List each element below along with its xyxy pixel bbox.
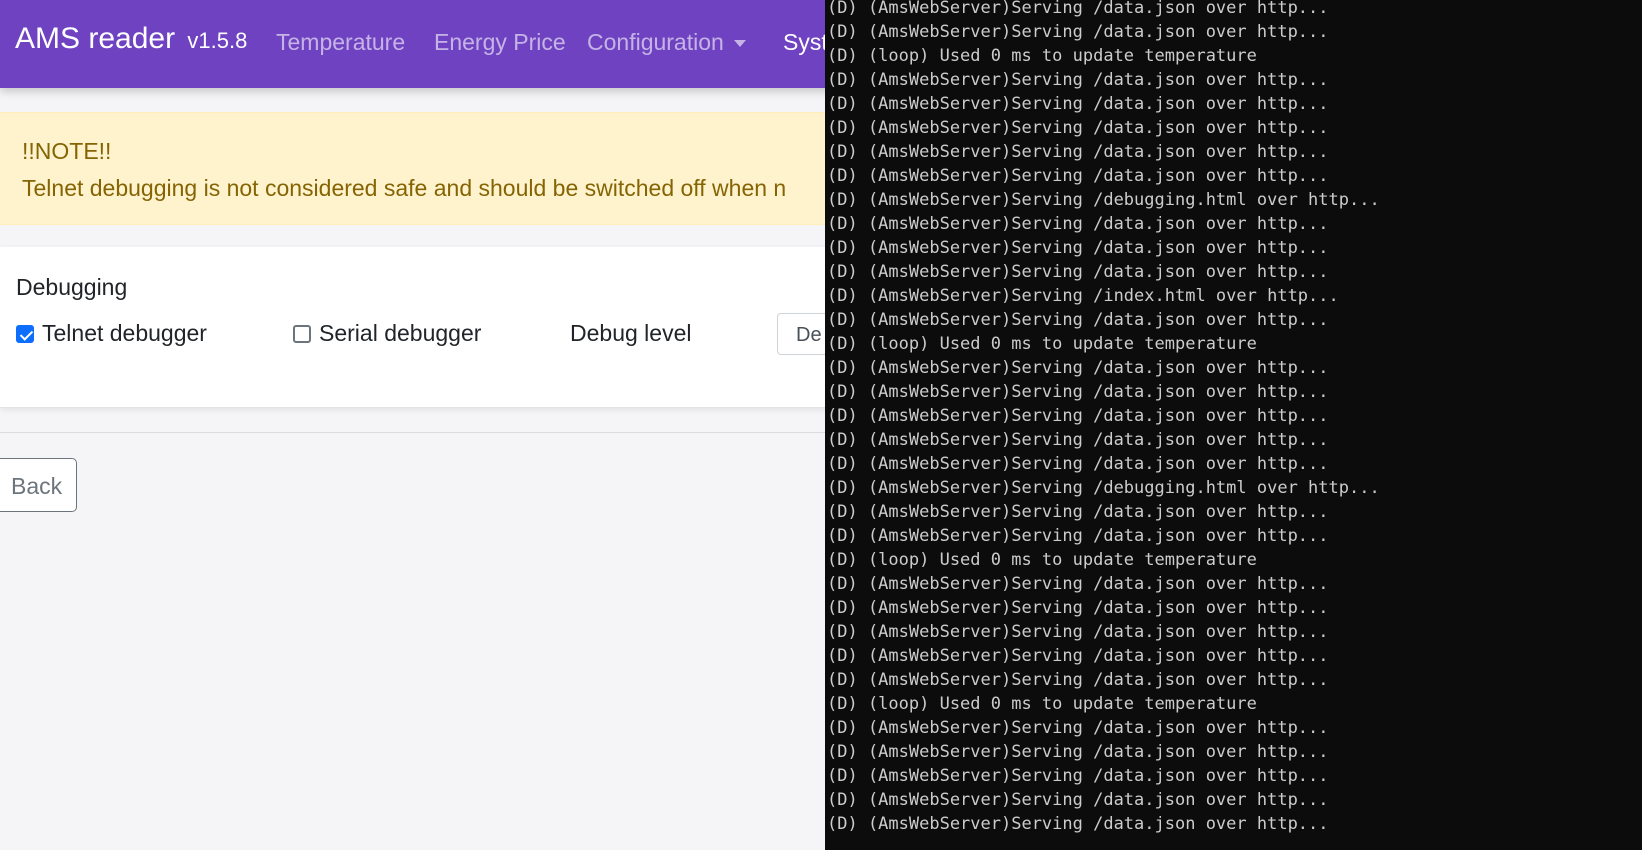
terminal-line: (D) (AmsWebServer)Serving /debugging.htm… xyxy=(827,190,1380,210)
telnet-debugger-checkbox[interactable] xyxy=(16,324,34,343)
terminal-line: (D) (AmsWebServer)Serving /debugging.htm… xyxy=(827,478,1380,498)
nav-dropdown-configuration[interactable]: Configuration xyxy=(587,29,746,56)
alert-message: Telnet debugging is not considered safe … xyxy=(22,175,787,201)
terminal-line: (D) (AmsWebServer)Serving /data.json ove… xyxy=(827,358,1329,378)
chevron-down-icon xyxy=(733,40,746,48)
terminal-line: (D) (AmsWebServer)Serving /data.json ove… xyxy=(827,238,1329,258)
terminal-line: (D) (AmsWebServer)Serving /data.json ove… xyxy=(827,598,1329,618)
nav-link-energy-price[interactable]: Energy Price xyxy=(434,29,566,56)
nav-link-configuration-label: Configuration xyxy=(587,29,724,55)
terminal-line: (D) (AmsWebServer)Serving /data.json ove… xyxy=(827,118,1329,138)
terminal-line: (D) (AmsWebServer)Serving /data.json ove… xyxy=(827,814,1329,834)
terminal-line: (D) (AmsWebServer)Serving /data.json ove… xyxy=(827,262,1329,282)
card-title: Debugging xyxy=(16,274,128,300)
terminal-line: (D) (loop) Used 0 ms to update temperatu… xyxy=(827,46,1257,66)
terminal-line: (D) (AmsWebServer)Serving /data.json ove… xyxy=(827,574,1329,594)
brand[interactable]: AMS reader v1.5.8 xyxy=(15,22,247,56)
terminal-line: (D) (AmsWebServer)Serving /data.json ove… xyxy=(827,766,1329,786)
terminal-line: (D) (AmsWebServer)Serving /data.json ove… xyxy=(827,718,1329,738)
serial-debugger-option[interactable]: Serial debugger xyxy=(293,320,481,347)
back-button[interactable]: Back xyxy=(0,458,77,512)
terminal-line: (D) (AmsWebServer)Serving /data.json ove… xyxy=(827,142,1329,162)
terminal-line: (D) (loop) Used 0 ms to update temperatu… xyxy=(827,550,1257,570)
nav-link-system[interactable]: Syst xyxy=(783,29,828,56)
serial-debugger-checkbox[interactable] xyxy=(293,324,311,343)
terminal-line: (D) (AmsWebServer)Serving /data.json ove… xyxy=(827,646,1329,666)
terminal-line: (D) (AmsWebServer)Serving /data.json ove… xyxy=(827,22,1329,42)
terminal-line: (D) (AmsWebServer)Serving /data.json ove… xyxy=(827,214,1329,234)
brand-name: AMS reader xyxy=(15,22,176,55)
terminal-line: (D) (AmsWebServer)Serving /data.json ove… xyxy=(827,406,1329,426)
telnet-debugger-option[interactable]: Telnet debugger xyxy=(16,320,207,347)
terminal-line: (D) (AmsWebServer)Serving /data.json ove… xyxy=(827,0,1329,18)
terminal-line: (D) (AmsWebServer)Serving /data.json ove… xyxy=(827,70,1329,90)
terminal-line: (D) (AmsWebServer)Serving /data.json ove… xyxy=(827,502,1329,522)
telnet-terminal-window[interactable]: (D) (AmsWebServer)Serving /data.json ove… xyxy=(825,0,1642,850)
terminal-line: (D) (AmsWebServer)Serving /index.html ov… xyxy=(827,286,1339,306)
terminal-line: (D) (AmsWebServer)Serving /data.json ove… xyxy=(827,382,1329,402)
terminal-line: (D) (AmsWebServer)Serving /data.json ove… xyxy=(827,622,1329,642)
terminal-line: (D) (AmsWebServer)Serving /data.json ove… xyxy=(827,526,1329,546)
nav-link-temperature[interactable]: Temperature xyxy=(276,29,405,56)
terminal-line: (D) (AmsWebServer)Serving /data.json ove… xyxy=(827,166,1329,186)
telnet-debugger-label: Telnet debugger xyxy=(42,320,207,346)
terminal-line: (D) (AmsWebServer)Serving /data.json ove… xyxy=(827,94,1329,114)
terminal-line: (D) (AmsWebServer)Serving /data.json ove… xyxy=(827,790,1329,810)
alert-title: !!NOTE!! xyxy=(22,138,112,164)
terminal-line: (D) (AmsWebServer)Serving /data.json ove… xyxy=(827,430,1329,450)
debug-level-label: Debug level xyxy=(570,320,692,346)
terminal-line: (D) (loop) Used 0 ms to update temperatu… xyxy=(827,694,1257,714)
terminal-line: (D) (loop) Used 0 ms to update temperatu… xyxy=(827,334,1257,354)
terminal-line: (D) (AmsWebServer)Serving /data.json ove… xyxy=(827,310,1329,330)
terminal-line: (D) (AmsWebServer)Serving /data.json ove… xyxy=(827,454,1329,474)
terminal-line: (D) (AmsWebServer)Serving /data.json ove… xyxy=(827,670,1329,690)
serial-debugger-label: Serial debugger xyxy=(319,320,482,346)
terminal-line: (D) (AmsWebServer)Serving /data.json ove… xyxy=(827,742,1329,762)
brand-version: v1.5.8 xyxy=(187,28,248,53)
